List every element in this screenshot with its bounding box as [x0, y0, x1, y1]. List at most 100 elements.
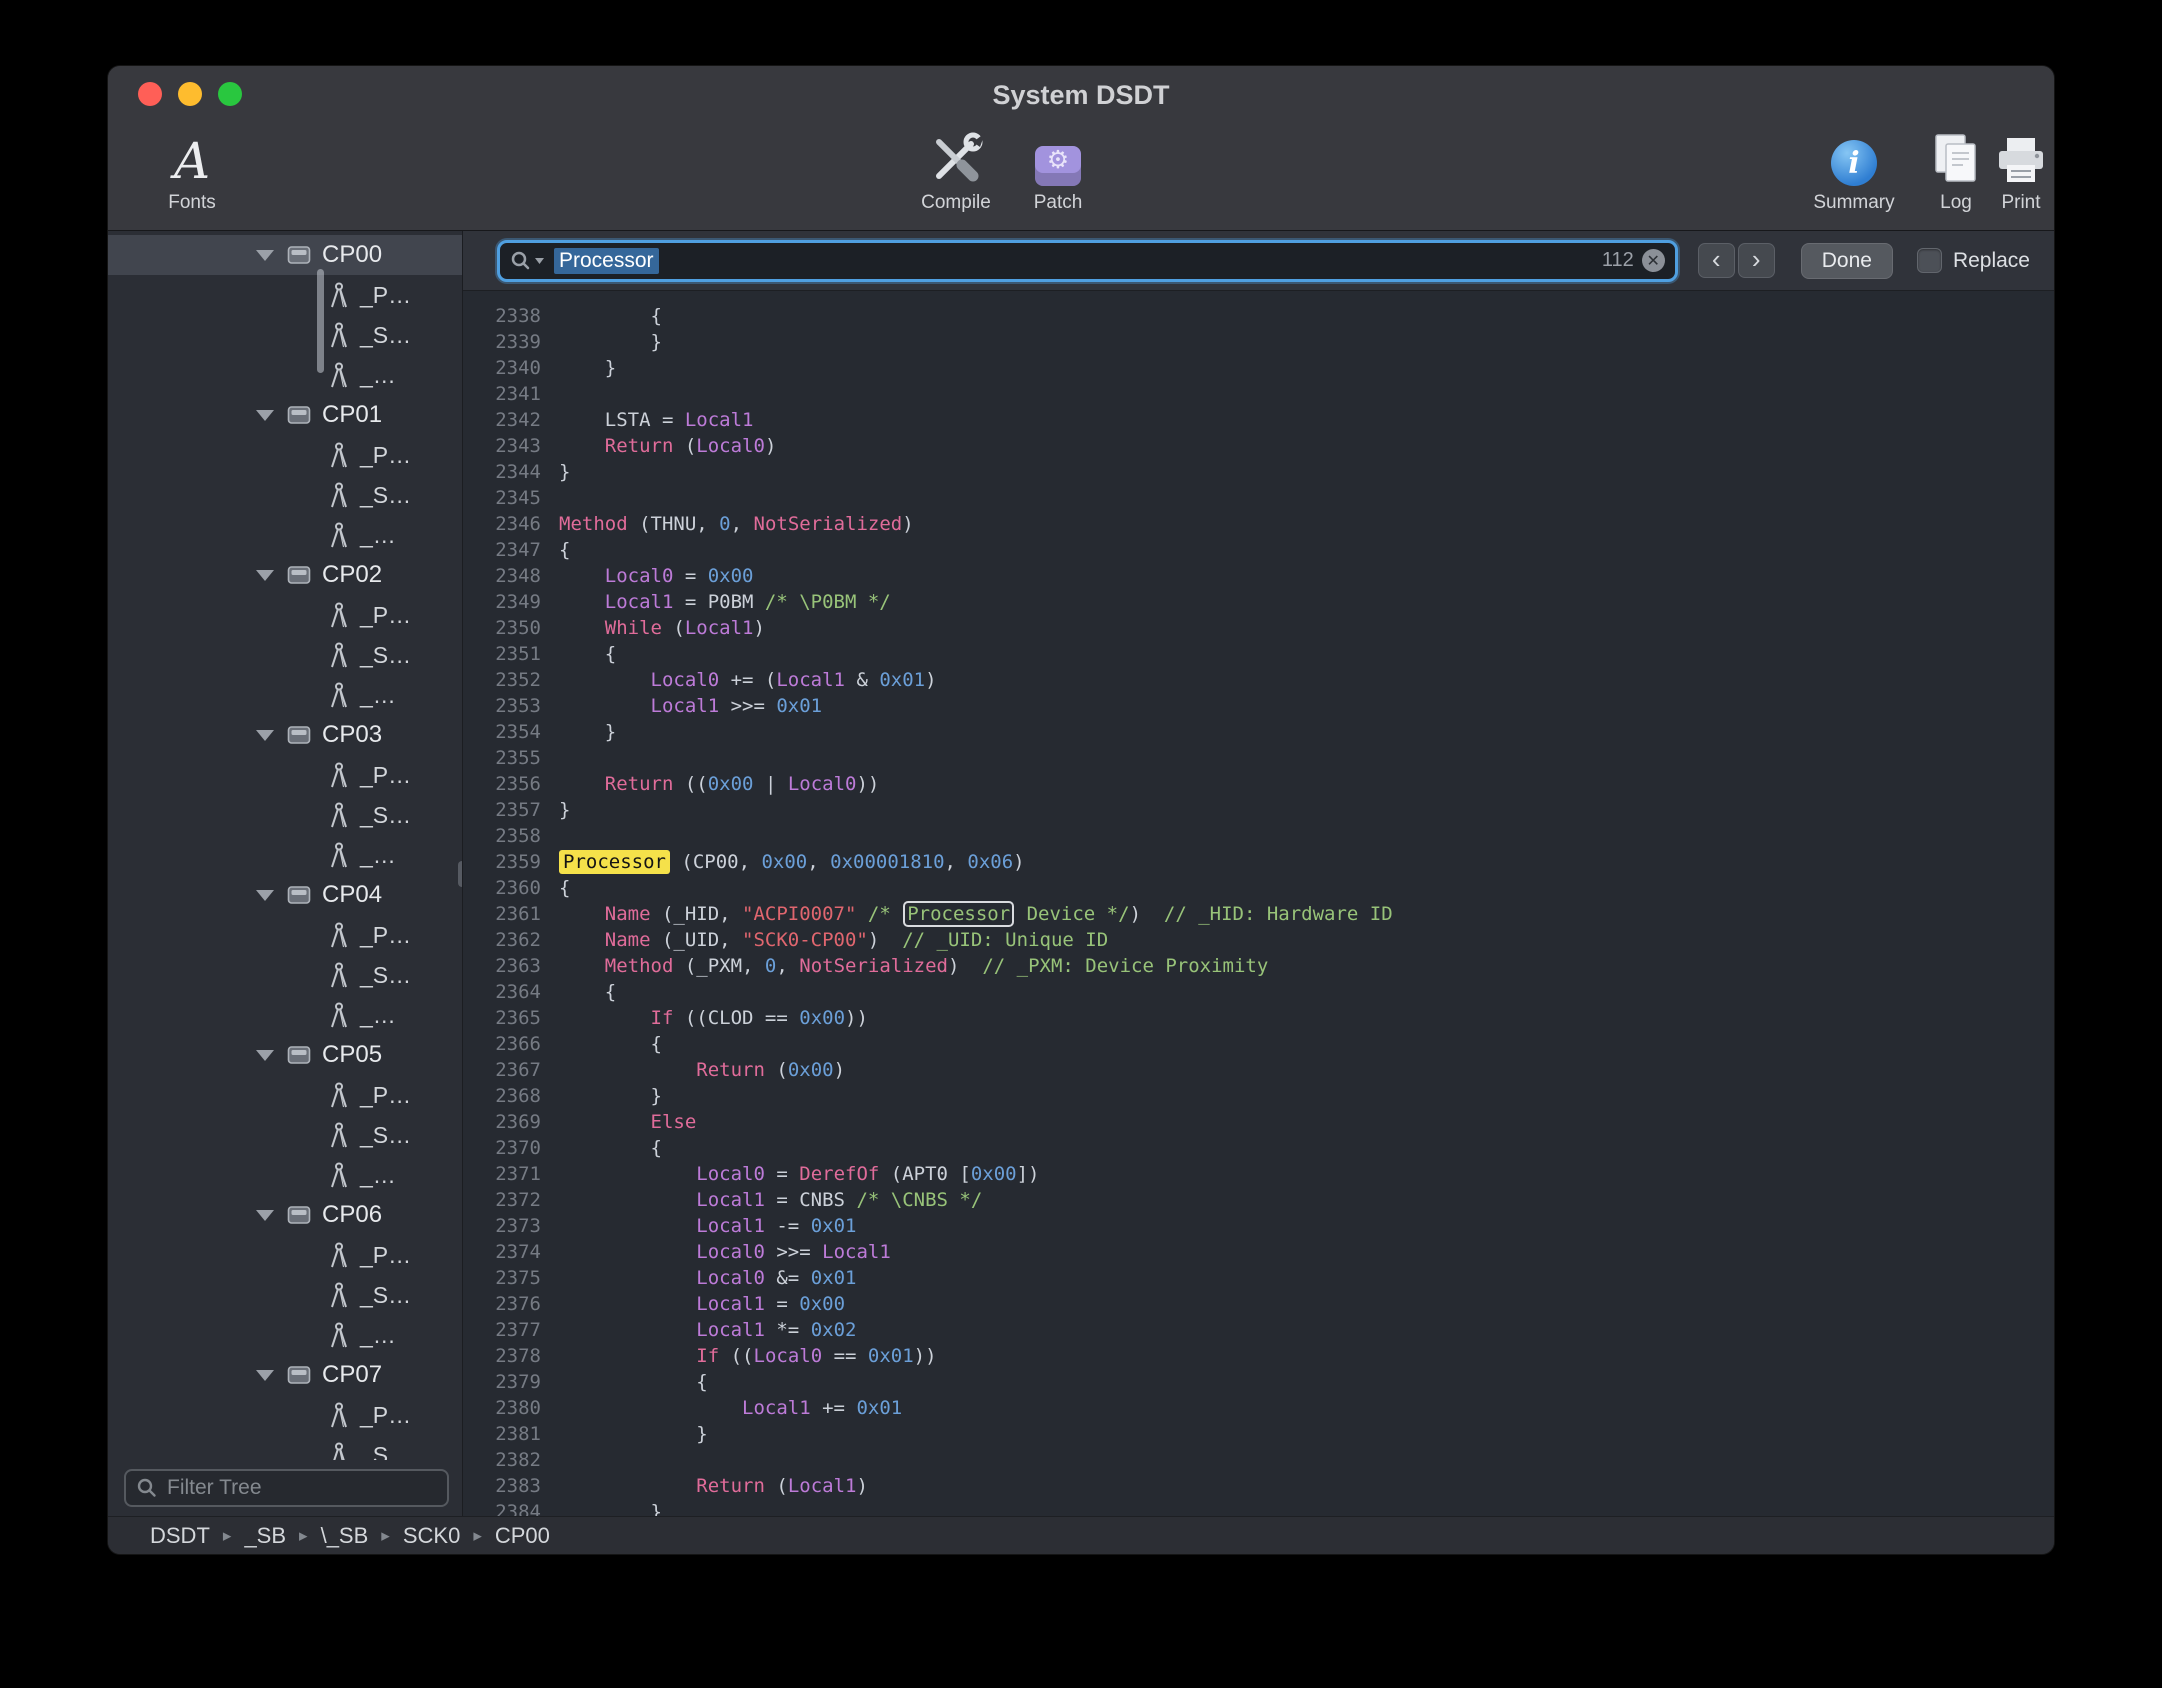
disclosure-triangle-icon[interactable] — [256, 250, 274, 261]
disclosure-triangle-icon[interactable] — [256, 1370, 274, 1381]
breadcrumb-item[interactable]: SCK0 — [403, 1523, 460, 1549]
breadcrumb-item[interactable]: DSDT — [150, 1523, 210, 1549]
print-button[interactable]: Print — [1988, 124, 2054, 214]
sidebar-splitter-handle[interactable] — [458, 861, 463, 887]
breadcrumb-item[interactable]: CP00 — [495, 1523, 550, 1549]
tree-item[interactable]: _S… — [108, 1275, 462, 1315]
summary-button[interactable]: i Summary — [1798, 124, 1910, 214]
code-line: 2352 Local0 += (Local1 & 0x01) — [463, 667, 2054, 693]
tree-item[interactable]: _P… — [108, 435, 462, 475]
sidebar-scrollbar[interactable] — [317, 269, 324, 373]
replace-checkbox[interactable] — [1917, 248, 1942, 273]
code-line: 2350 While (Local1) — [463, 615, 2054, 641]
code-text: Local1 += 0x01 — [559, 1395, 902, 1421]
method-icon — [329, 1122, 349, 1149]
code-line: 2340 } — [463, 355, 2054, 381]
code-line: 2371 Local0 = DerefOf (APT0 [0x00]) — [463, 1161, 2054, 1187]
tree-group-cp05[interactable]: CP05 — [108, 1035, 462, 1075]
code-text: } — [559, 719, 616, 745]
code-text: } — [559, 1499, 662, 1516]
code-line: 2355 — [463, 745, 2054, 771]
find-input[interactable]: Processor 112 ✕ — [497, 240, 1678, 282]
tree-group-cp04[interactable]: CP04 — [108, 875, 462, 915]
code-editor[interactable]: 2338 {2339 }2340 }23412342 LSTA = Local1… — [463, 291, 2054, 1516]
disclosure-triangle-icon[interactable] — [256, 1210, 274, 1221]
disclosure-triangle-icon[interactable] — [256, 730, 274, 741]
tree-item[interactable]: _P… — [108, 595, 462, 635]
method-icon — [329, 802, 349, 829]
tree-item[interactable]: _P… — [108, 1395, 462, 1435]
tree-item[interactable]: _… — [108, 355, 462, 395]
tree-item[interactable]: _… — [108, 995, 462, 1035]
titlebar[interactable]: System DSDT — [108, 66, 2054, 120]
method-icon — [329, 282, 349, 309]
method-icon — [329, 1082, 349, 1109]
tree-item[interactable]: _… — [108, 1315, 462, 1355]
line-number: 2341 — [463, 381, 559, 407]
compile-button[interactable]: Compile — [906, 124, 1006, 214]
line-number: 2344 — [463, 459, 559, 485]
tree-group-cp01[interactable]: CP01 — [108, 395, 462, 435]
disclosure-triangle-icon[interactable] — [256, 1050, 274, 1061]
search-menu-icon[interactable] — [510, 250, 546, 272]
line-number: 2356 — [463, 771, 559, 797]
tree-item-label: _P… — [360, 442, 411, 469]
code-line: 2378 If ((Local0 == 0x01)) — [463, 1343, 2054, 1369]
tree-item[interactable]: _P… — [108, 1075, 462, 1115]
tree-item[interactable]: _P… — [108, 1235, 462, 1275]
line-number: 2377 — [463, 1317, 559, 1343]
disclosure-triangle-icon[interactable] — [256, 570, 274, 581]
line-number: 2376 — [463, 1291, 559, 1317]
tree-item[interactable]: _S… — [108, 315, 462, 355]
search-icon — [136, 1477, 158, 1499]
patch-button[interactable]: ⚙ Patch — [1016, 124, 1100, 214]
tree-item[interactable]: _P… — [108, 755, 462, 795]
tree-item[interactable]: _S… — [108, 795, 462, 835]
tree-group-label: CP05 — [322, 1041, 382, 1069]
zoom-button[interactable] — [218, 82, 242, 106]
previous-match-button[interactable]: ‹ — [1698, 243, 1735, 278]
fonts-button[interactable]: A Fonts — [144, 124, 240, 214]
tree-item[interactable]: _… — [108, 675, 462, 715]
done-button[interactable]: Done — [1801, 243, 1893, 279]
tree-item[interactable]: _S… — [108, 635, 462, 675]
method-icon — [329, 682, 349, 709]
next-match-button[interactable]: › — [1738, 243, 1775, 278]
method-icon — [329, 1282, 349, 1309]
breadcrumb-item[interactable]: _SB — [244, 1523, 286, 1549]
tree-item[interactable]: _P… — [108, 915, 462, 955]
minimize-button[interactable] — [178, 82, 202, 106]
tree-item[interactable]: _S… — [108, 475, 462, 515]
close-button[interactable] — [138, 82, 162, 106]
breadcrumb-item[interactable]: \_SB — [321, 1523, 369, 1549]
tree-item[interactable]: _… — [108, 835, 462, 875]
tree-item[interactable]: _P… — [108, 275, 462, 315]
filter-tree-input[interactable]: Filter Tree — [124, 1469, 449, 1507]
tree-group-cp07[interactable]: CP07 — [108, 1355, 462, 1395]
code-text: Local0 &= 0x01 — [559, 1265, 856, 1291]
code-text: Return (0x00) — [559, 1057, 845, 1083]
tree-item[interactable]: _S… — [108, 1115, 462, 1155]
code-line: 2345 — [463, 485, 2054, 511]
line-number: 2378 — [463, 1343, 559, 1369]
tree-group-cp00[interactable]: CP00 — [108, 235, 462, 275]
tree-group-cp06[interactable]: CP06 — [108, 1195, 462, 1235]
code-text: Method (THNU, 0, NotSerialized) — [559, 511, 914, 537]
disclosure-triangle-icon[interactable] — [256, 890, 274, 901]
tree-item-label: _… — [360, 1002, 396, 1029]
code-text: Local1 -= 0x01 — [559, 1213, 856, 1239]
clear-search-icon[interactable]: ✕ — [1642, 249, 1665, 272]
code-line: 2359Processor (CP00, 0x00, 0x00001810, 0… — [463, 849, 2054, 875]
method-icon — [329, 842, 349, 869]
tree-item[interactable]: _… — [108, 515, 462, 555]
tree-item[interactable]: _S… — [108, 955, 462, 995]
documents-icon — [1929, 124, 1983, 190]
code-line: 2341 — [463, 381, 2054, 407]
tree-group-cp03[interactable]: CP03 — [108, 715, 462, 755]
log-button[interactable]: Log — [1920, 124, 1992, 214]
tree-group-cp02[interactable]: CP02 — [108, 555, 462, 595]
code-text: Return ((0x00 | Local0)) — [559, 771, 879, 797]
disclosure-triangle-icon[interactable] — [256, 410, 274, 421]
line-number: 2384 — [463, 1499, 559, 1516]
tree-item[interactable]: _… — [108, 1155, 462, 1195]
